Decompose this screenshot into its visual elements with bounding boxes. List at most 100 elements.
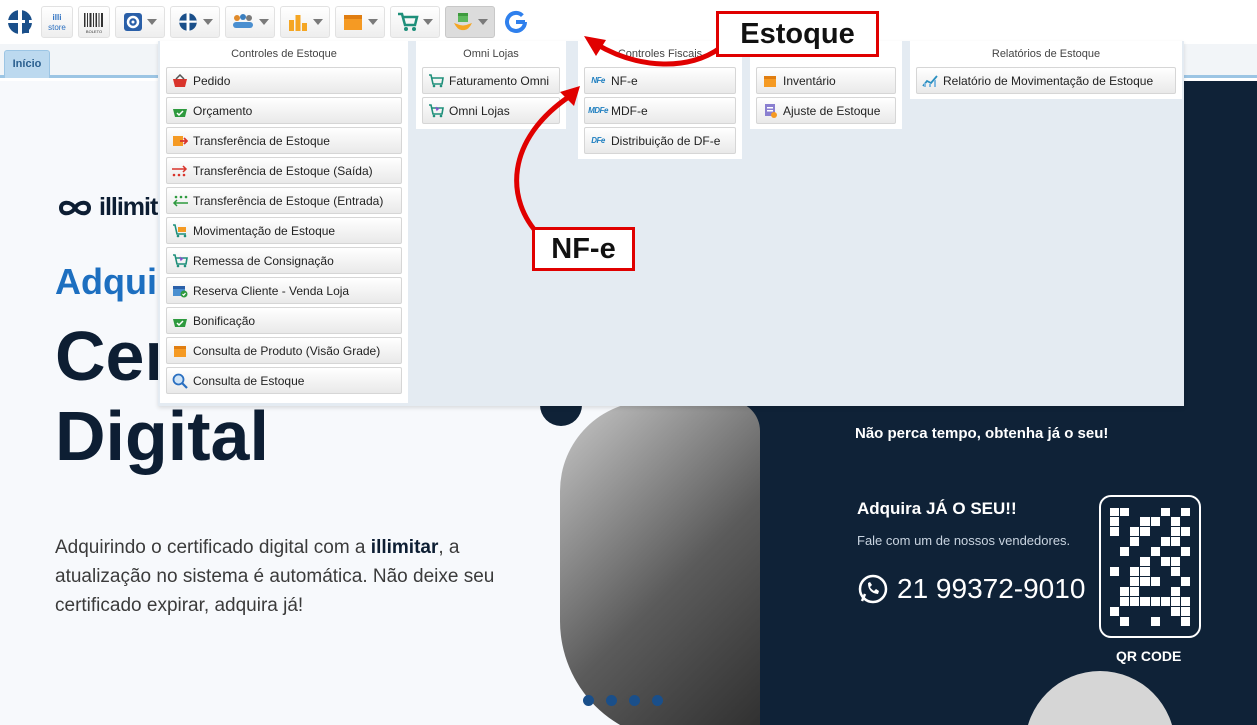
qr-module [1140,576,1150,586]
menu-item-ajuste-estoque[interactable]: Ajuste de Estoque [756,97,896,124]
qr-module [1151,607,1160,616]
qr-module [1130,596,1140,606]
menu-item-transferencia-estoque[interactable]: Transferência de Estoque [166,127,402,154]
carousel-dot[interactable] [629,695,640,706]
menu-item-label: Transferência de Estoque [193,133,330,148]
menu-item-movimentacao-estoque[interactable]: Movimentação de Estoque [166,217,402,244]
nfe-callout: NF-e [532,227,635,271]
menu-item-relatorio-movimentacao[interactable]: Relatório de Movimentação de Estoque [916,67,1176,94]
menu-item-consulta-produto-grade[interactable]: Consulta de Produto (Visão Grade) [166,337,402,364]
qr-module [1170,596,1180,606]
sales-menu-button[interactable] [390,6,440,38]
mdfe-icon: MDFe [588,106,608,115]
barcode-icon: BOLETO [84,13,103,34]
qr-module [1150,616,1160,626]
menu-item-label: Ajuste de Estoque [783,103,881,118]
qr-module [1140,547,1149,556]
qr-module [1130,586,1140,596]
menu-item-inventario[interactable]: Inventário [756,67,896,94]
menu-item-label: Omni Lojas [449,103,510,118]
menu-item-nfe[interactable]: NFe NF-e [584,67,736,94]
qr-module [1180,507,1190,517]
carousel-dot[interactable] [583,695,594,706]
qr-module [1161,587,1170,596]
menu-item-mdfe[interactable]: MDFe MDF-e [584,97,736,124]
qr-module [1140,587,1149,596]
carousel-dot[interactable] [652,695,663,706]
people-icon [233,14,253,28]
qr-module [1140,517,1150,527]
arrow-right-icon [171,162,189,180]
qr-module [1161,617,1170,626]
globe-icon [179,12,197,32]
estoque-menu-button[interactable] [445,6,495,38]
qr-module [1170,567,1180,576]
qr-module [1140,567,1150,576]
qr-module [1161,517,1170,526]
carousel-dots [583,695,663,706]
menu-item-transferencia-entrada[interactable]: Transferência de Estoque (Entrada) [166,187,402,214]
menu-item-label: Transferência de Estoque (Entrada) [193,193,384,208]
qr-module [1130,537,1140,547]
company-menu-button[interactable] [170,6,220,38]
menu-item-pedido[interactable]: Pedido [166,67,402,94]
qr-module [1160,507,1170,517]
banner-cta-text: Não perca tempo, obtenha já o seu! [855,425,1109,442]
qr-module [1150,576,1160,586]
menu-item-transferencia-saida[interactable]: Transferência de Estoque (Saída) [166,157,402,184]
qr-module [1161,607,1170,616]
qr-module [1161,567,1170,576]
qr-module [1120,607,1129,616]
menu-item-faturamento-omni[interactable]: Faturamento Omni [422,67,560,94]
menu-item-orcamento[interactable]: Orçamento [166,97,402,124]
qr-module [1181,557,1190,566]
home-logo-button[interactable] [4,6,36,38]
qr-module [1171,547,1180,556]
products-menu-button[interactable] [335,6,385,38]
qr-module [1151,527,1160,536]
transfer-box-icon [171,132,189,150]
qr-module [1120,616,1130,626]
menu-item-distribuicao-dfe[interactable]: DFe Distribuição de DF-e [584,127,736,154]
carousel-dot[interactable] [606,695,617,706]
menu-item-omni-lojas[interactable]: Omni Lojas [422,97,560,124]
nfe-icon: NFe [591,76,605,85]
qr-module [1151,567,1160,576]
basket-check-icon [171,102,189,120]
menu-item-bonificacao[interactable]: Bonificação [166,307,402,334]
menu-item-remessa-consignacao[interactable]: Remessa de Consignação [166,247,402,274]
google-button[interactable] [500,6,532,38]
menu-item-consulta-estoque[interactable]: Consulta de Estoque [166,367,402,394]
menu-item-reserva-cliente[interactable]: Reserva Cliente - Venda Loja [166,277,402,304]
qr-module [1151,508,1160,517]
reports-menu-button[interactable] [280,6,330,38]
menu-item-label: Orçamento [193,103,253,118]
menu-item-label: Distribuição de DF-e [611,133,721,148]
qr-module [1120,537,1129,546]
qr-module [1120,596,1130,606]
boleto-button[interactable]: BOLETO [78,6,110,38]
qr-module [1120,557,1129,566]
qr-module [1130,517,1139,526]
infinity-icon [58,200,92,215]
menu-item-label: Consulta de Estoque [193,373,305,388]
settings-menu-button[interactable] [115,6,165,38]
dfe-icon: DFe [591,136,605,145]
qr-module [1181,537,1190,546]
menu-item-label: Reserva Cliente - Venda Loja [193,283,350,298]
tab-inicio[interactable]: Início [4,50,50,78]
qr-module [1151,557,1160,566]
illi-store-button[interactable]: illi store [41,6,73,38]
hand-box-icon [454,13,472,31]
qr-module [1171,577,1180,586]
qr-module [1170,517,1180,527]
qr-module [1140,607,1149,616]
whatsapp-phone[interactable]: 21 99372-9010 [857,573,1085,605]
qr-module [1130,567,1140,576]
qr-module [1171,508,1180,517]
qr-module [1150,596,1160,606]
menu-item-label: Pedido [193,73,231,88]
svg-text:BOLETO: BOLETO [86,29,102,34]
qr-module [1130,547,1139,556]
people-menu-button[interactable] [225,6,275,38]
